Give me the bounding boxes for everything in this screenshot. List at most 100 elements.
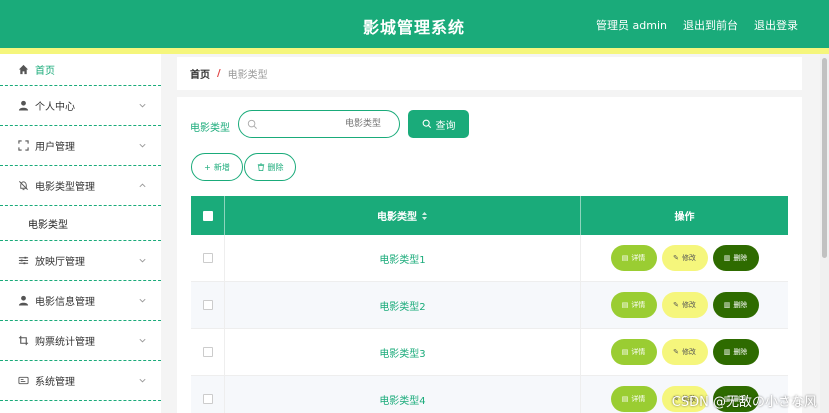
scrollbar-thumb[interactable] (822, 58, 827, 258)
header-name-label: 电影类型 (377, 212, 417, 223)
delete-label: 删除 (733, 301, 748, 309)
detail-button[interactable]: ▤ 详情 (610, 386, 657, 412)
sidebar-item-home[interactable]: 首页 (0, 54, 161, 86)
row-checkbox[interactable] (202, 253, 213, 263)
select-all-checkbox[interactable] (202, 210, 213, 221)
home-icon (17, 64, 29, 76)
row-checkbox[interactable] (202, 347, 213, 357)
sidebar-item-movie-type[interactable]: 电影类型管理 (0, 166, 161, 206)
edit-button[interactable]: ✎ 修改 (661, 292, 708, 318)
bell-off-icon (17, 180, 29, 192)
header-op-cell: 操作 (674, 212, 695, 223)
breadcrumb: 首页 / 电影类型 (177, 57, 802, 90)
edit-button[interactable]: ✎ 修改 (661, 245, 708, 271)
chevron-down-icon (139, 298, 146, 302)
page-scrollbar[interactable] (820, 54, 829, 413)
crop-icon (17, 335, 29, 347)
header-name-cell[interactable]: 电影类型 (225, 196, 581, 235)
trash-icon: ▥ (723, 254, 731, 262)
trash-icon: ▥ (723, 301, 731, 309)
sort-icon[interactable] (421, 211, 428, 221)
doc-icon: ▤ (621, 254, 629, 262)
detail-label: 详情 (631, 395, 646, 403)
doc-icon: ▤ (621, 395, 629, 403)
sidebar-item-ticket-stats[interactable]: 购票统计管理 (0, 321, 161, 361)
search-icon (247, 119, 257, 129)
chevron-down-icon (139, 338, 146, 342)
delete-button[interactable]: ▥ 删除 (712, 292, 759, 318)
detail-button[interactable]: ▤ 详情 (610, 245, 657, 271)
card-icon (17, 375, 29, 387)
chevron-down-icon (139, 143, 146, 147)
fullscreen-icon (17, 140, 29, 152)
pencil-icon: ✎ (673, 301, 679, 309)
header-checkbox-cell (191, 196, 225, 235)
breadcrumb-home[interactable]: 首页 (190, 66, 210, 81)
delete-button[interactable]: ▥ 删除 (712, 339, 759, 365)
admin-user-label: 管理员 admin (596, 19, 667, 32)
row-actions: ▤ 详情 ✎ 修改 ▥ 删除 (581, 235, 788, 281)
row-checkbox-cell (191, 376, 225, 413)
batch-delete-button[interactable]: 删除 (244, 153, 296, 181)
detail-button[interactable]: ▤ 详情 (610, 339, 657, 365)
detail-label: 详情 (631, 348, 646, 356)
row-actions: ▤ 详情 ✎ 修改 ▥ 删除 (581, 282, 788, 328)
user-icon (17, 100, 29, 112)
logout-link[interactable]: 退出登录 (754, 17, 798, 33)
chevron-up-icon (139, 183, 146, 187)
sidebar-item-label: 电影类型管理 (35, 182, 95, 193)
pencil-icon: ✎ (673, 348, 679, 356)
search-label: 电影类型 (190, 123, 230, 134)
query-button-label: 查询 (435, 120, 456, 132)
breadcrumb-current: 电影类型 (227, 70, 268, 81)
table-row: 电影类型2 ▤ 详情 ✎ 修改 ▥ 删除 (191, 282, 788, 329)
search-icon (422, 119, 431, 129)
content-panel: 电影类型 查询 + 新增 删除 电影类型 操作 电影类型1 ▤ (177, 97, 802, 413)
doc-icon: ▤ (621, 348, 629, 356)
detail-button[interactable]: ▤ 详情 (610, 292, 657, 318)
chevron-down-icon (139, 378, 146, 382)
edit-label: 修改 (681, 301, 696, 309)
row-checkbox-cell (191, 282, 225, 328)
user-icon (17, 295, 29, 307)
sidebar-subitem-movie-type[interactable]: 电影类型 (0, 206, 161, 241)
chevron-down-icon (139, 258, 146, 262)
app-title: 影城管理系统 (363, 18, 466, 37)
plus-icon: + (204, 162, 211, 172)
data-table: 电影类型 操作 电影类型1 ▤ 详情 ✎ 修改 ▥ 删除 电影类型2 ▤ 详情 ✎ 修改 … (191, 196, 788, 413)
edit-label: 修改 (681, 254, 696, 262)
add-button[interactable]: + 新增 (191, 153, 243, 181)
edit-button[interactable]: ✎ 修改 (661, 339, 708, 365)
header-links: 管理员 admin 退出到前台 退出登录 (596, 17, 798, 33)
watermark: CSDN @无敌の小さな风 (671, 395, 817, 410)
row-name: 电影类型3 (225, 329, 581, 375)
sidebar-item-users[interactable]: 用户管理 (0, 126, 161, 166)
delete-button[interactable]: ▥ 删除 (712, 245, 759, 271)
sidebar-item-profile[interactable]: 个人中心 (0, 86, 161, 126)
sidebar-item-label: 电影信息管理 (35, 297, 95, 308)
row-name: 电影类型1 (225, 235, 581, 281)
row-name: 电影类型4 (225, 376, 581, 413)
row-name: 电影类型2 (225, 282, 581, 328)
sliders-icon (17, 255, 29, 267)
sidebar-item-label: 个人中心 (35, 102, 75, 113)
row-checkbox[interactable] (202, 394, 213, 404)
breadcrumb-separator: / (217, 68, 221, 79)
sidebar-item-movie-info[interactable]: 电影信息管理 (0, 281, 161, 321)
sidebar-item-label: 系统管理 (35, 377, 75, 388)
delete-label: 删除 (733, 254, 748, 262)
table-row: 电影类型3 ▤ 详情 ✎ 修改 ▥ 删除 (191, 329, 788, 376)
search-input[interactable] (263, 116, 393, 132)
sidebar-item-system[interactable]: 系统管理 (0, 361, 161, 401)
query-button[interactable]: 查询 (408, 110, 469, 138)
search-field[interactable] (238, 110, 400, 138)
sidebar-item-label: 放映厅管理 (35, 257, 85, 268)
detail-label: 详情 (631, 301, 646, 309)
row-checkbox[interactable] (202, 300, 213, 310)
sidebar-item-halls[interactable]: 放映厅管理 (0, 241, 161, 281)
to-front-link[interactable]: 退出到前台 (683, 17, 738, 33)
add-button-label: 新增 (213, 162, 230, 172)
table-header: 电影类型 操作 (191, 196, 788, 235)
chevron-down-icon (139, 103, 146, 107)
trash-icon (257, 163, 264, 171)
